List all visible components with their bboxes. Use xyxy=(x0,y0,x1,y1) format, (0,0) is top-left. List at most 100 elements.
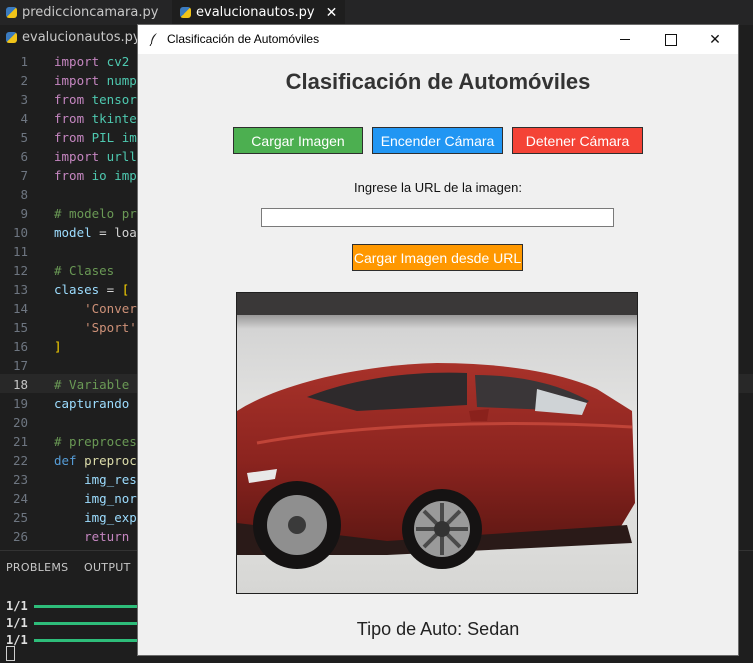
code-line: import urll xyxy=(54,147,137,166)
code-token: import xyxy=(54,149,100,164)
python-file-icon xyxy=(6,31,17,43)
breadcrumb-file[interactable]: evalucionautos.py xyxy=(22,30,141,45)
code-token: = xyxy=(99,282,122,297)
editor-tab-bar: prediccioncamara.py evalucionautos.py ✕ xyxy=(0,0,753,25)
url-label: Ingrese la URL de la imagen: xyxy=(354,180,522,195)
tab-label: prediccioncamara.py xyxy=(22,5,159,20)
close-icon: ✕ xyxy=(709,31,721,48)
line-number: 8 xyxy=(20,187,28,202)
window-title: Clasificación de Automóviles xyxy=(167,32,320,46)
close-icon[interactable]: ✕ xyxy=(326,5,338,21)
python-file-icon xyxy=(6,7,17,18)
line-number: 12 xyxy=(12,263,28,278)
code-line: 'Conver xyxy=(54,301,137,316)
code-line: # modelo pr xyxy=(54,206,137,221)
progress-bar xyxy=(34,639,144,642)
code-token: tensor xyxy=(84,92,137,107)
minimize-icon xyxy=(620,39,630,40)
code-line: ] xyxy=(54,339,62,354)
tab-label: evalucionautos.py xyxy=(196,5,315,20)
feather-icon xyxy=(149,32,159,50)
line-number: 9 xyxy=(20,206,28,221)
line-number: 11 xyxy=(12,244,28,259)
code-line: capturando xyxy=(54,396,130,411)
terminal-cursor xyxy=(6,646,15,661)
line-number: 1 xyxy=(20,54,28,69)
code-token: clases xyxy=(54,282,100,297)
code-line: 'Sport' xyxy=(54,320,137,335)
line-number: 2 xyxy=(20,73,28,88)
line-number: 18 xyxy=(12,377,28,392)
car-photo-drawing xyxy=(237,293,637,593)
line-number: 10 xyxy=(12,225,28,240)
code-line: def preproc xyxy=(54,451,137,470)
code-line: # Variable xyxy=(54,377,130,392)
code-line: from tkinte xyxy=(54,109,137,128)
code-token: = loa xyxy=(91,225,137,240)
line-number: 3 xyxy=(20,92,28,107)
code-line: model = loa xyxy=(54,223,137,242)
tab-evalucionautos[interactable]: evalucionautos.py ✕ xyxy=(172,0,346,25)
tab-output[interactable]: OUTPUT xyxy=(84,561,131,574)
code-line: import cv2 xyxy=(54,52,129,71)
maximize-button[interactable] xyxy=(648,25,694,54)
start-camera-button[interactable]: Encender Cámara xyxy=(372,127,503,154)
line-number: 25 xyxy=(12,510,28,525)
line-number: 21 xyxy=(12,434,28,449)
code-line: img_exp xyxy=(54,510,137,525)
line-number: 7 xyxy=(20,168,28,183)
python-file-icon xyxy=(180,7,191,18)
window-titlebar[interactable]: Clasificación de Automóviles ✕ xyxy=(138,25,738,54)
code-token: urll xyxy=(99,149,137,164)
line-number: 23 xyxy=(12,472,28,487)
line-number: 4 xyxy=(20,111,28,126)
tab-problems[interactable]: PROBLEMS xyxy=(6,561,68,574)
code-line: from io imp xyxy=(54,166,137,185)
tab-prediccioncamara[interactable]: prediccioncamara.py xyxy=(6,0,158,25)
code-token: io imp xyxy=(84,168,137,183)
code-token: PIL im xyxy=(84,130,137,145)
line-number: 17 xyxy=(12,358,28,373)
load-from-url-button[interactable]: Cargar Imagen desde URL xyxy=(352,244,523,271)
progress-bar xyxy=(34,605,144,608)
line-number: 13 xyxy=(12,282,28,297)
maximize-icon xyxy=(665,33,677,46)
code-token: from xyxy=(54,168,85,183)
code-token: import xyxy=(54,54,100,69)
minimize-button[interactable] xyxy=(602,25,648,54)
output-line: 1/1 xyxy=(6,599,28,613)
code-token: def xyxy=(54,453,77,468)
line-number: 22 xyxy=(12,453,28,468)
code-token: tkinte xyxy=(84,111,137,126)
url-input[interactable] xyxy=(261,208,614,227)
code-token: [ xyxy=(121,282,130,297)
code-token: import xyxy=(54,73,100,88)
stop-camera-button[interactable]: Detener Cámara xyxy=(512,127,643,154)
code-token: from xyxy=(54,111,85,126)
code-line: from PIL im xyxy=(54,128,137,147)
line-number: 24 xyxy=(12,491,28,506)
close-button[interactable]: ✕ xyxy=(692,25,738,54)
line-number: 15 xyxy=(12,320,28,335)
app-window: Clasificación de Automóviles ✕ Clasifica… xyxy=(138,25,738,655)
line-number: 14 xyxy=(12,301,28,316)
code-line: img_nor xyxy=(54,491,137,506)
page-title: Clasificación de Automóviles xyxy=(285,69,591,94)
code-token: return xyxy=(84,529,130,544)
load-image-button[interactable]: Cargar Imagen xyxy=(233,127,363,154)
code-token: preproc xyxy=(76,453,137,468)
code-line: # Clases xyxy=(54,263,115,278)
code-line: img_res xyxy=(54,472,137,487)
code-line: import numpy xyxy=(54,71,144,90)
code-line: from tensor xyxy=(54,90,137,109)
line-number: 26 xyxy=(12,529,28,544)
line-number: 16 xyxy=(12,339,28,354)
code-line: # preproces xyxy=(54,434,137,449)
line-number: 6 xyxy=(20,149,28,164)
prediction-result: Tipo de Auto: Sedan xyxy=(356,619,520,639)
progress-bar xyxy=(34,622,144,625)
car-image xyxy=(236,292,638,594)
line-number: 5 xyxy=(20,130,28,145)
code-token: model xyxy=(54,225,92,240)
